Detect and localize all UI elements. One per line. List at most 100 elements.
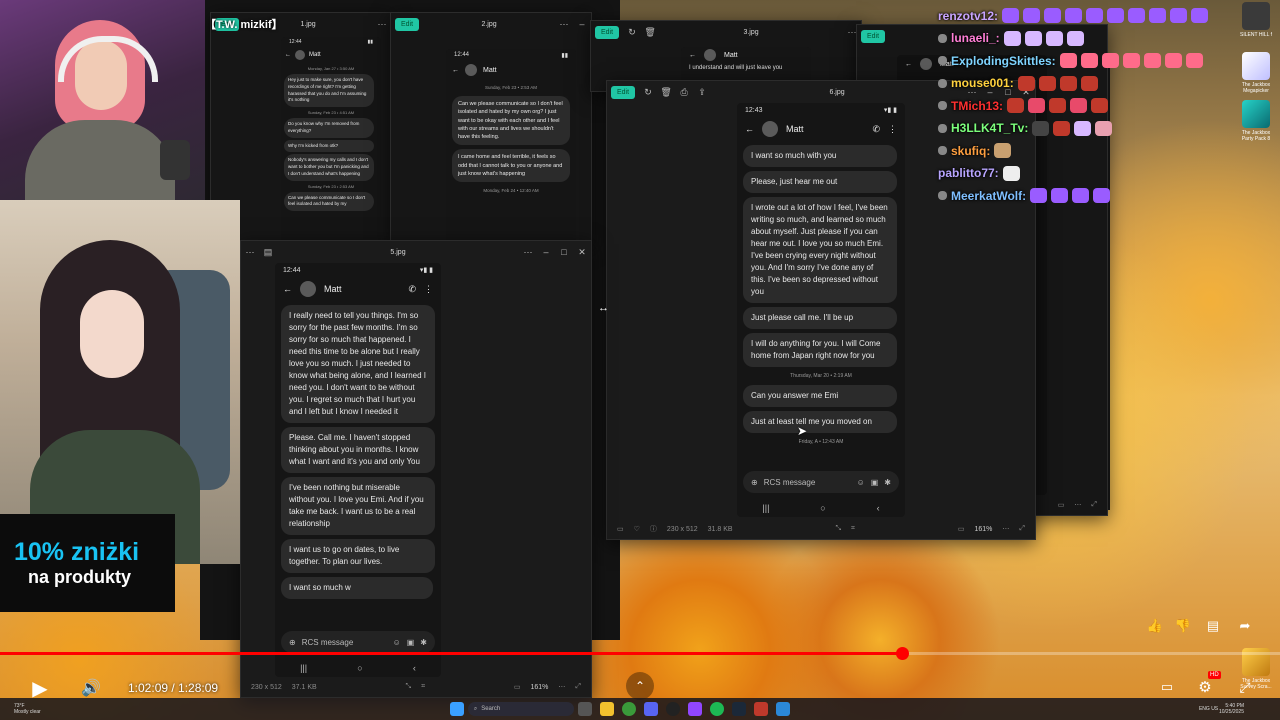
fit-icon[interactable]: ⤡ (835, 525, 841, 533)
date-separator: Sunday, Feb 23 • 2:53 AM (484, 85, 538, 90)
more-icon[interactable]: ⋯ (1002, 525, 1009, 533)
edit-button[interactable]: Edit (861, 29, 886, 43)
fullscreen-icon[interactable]: ⤢ (1091, 501, 1097, 509)
chevron-up-icon[interactable]: ⌃ (626, 672, 654, 700)
more-icon[interactable]: ⋯ (555, 15, 573, 33)
recents-icon: ||| (762, 503, 770, 513)
home-icon: ○ (820, 503, 826, 513)
zoom-level[interactable]: 161% (974, 526, 992, 533)
task-view-icon[interactable] (577, 702, 592, 716)
steam-icon[interactable] (731, 702, 746, 716)
chat-emote-icon (1032, 120, 1050, 136)
desktop-icon-jackbox-megapicker[interactable]: The Jackbox Megapicker (1236, 52, 1276, 94)
chat-emote-icon (1080, 75, 1098, 91)
chat-emote-icon (1101, 53, 1119, 68)
window-title: 5.jpg (390, 248, 406, 256)
share-icon[interactable]: ⇪ (693, 83, 711, 101)
contact-name: Matt (324, 284, 342, 294)
chat-message: lunaeli_: (938, 30, 1084, 46)
share-icon[interactable]: ➦ (1236, 617, 1254, 635)
phone-icon: ✆ (408, 283, 416, 294)
minimize-icon[interactable]: – (537, 243, 555, 261)
more-icon[interactable]: ⋯ (1074, 501, 1081, 509)
like-icon[interactable]: 👍 (1146, 617, 1164, 635)
desktop-icon-silent-hill[interactable]: SILENT HILL f (1236, 2, 1276, 38)
photos-icon[interactable] (775, 702, 790, 716)
rotate-icon[interactable]: ↻ (623, 23, 641, 41)
edit-button[interactable]: Edit (595, 25, 620, 39)
chat-emote-icon (1017, 75, 1035, 91)
date-separator: Friday, A • 12:43 AM (798, 439, 844, 445)
twitch-icon[interactable] (687, 702, 702, 716)
fit-window-icon[interactable]: ▭ (958, 525, 965, 533)
contact-name: Matt (724, 51, 738, 59)
clock[interactable]: 5:40 PM 10/25/2025 (1219, 703, 1244, 715)
microphone (160, 140, 190, 180)
settings-gear-icon[interactable]: ⚙ (1194, 676, 1216, 698)
dislike-icon[interactable]: 👎 (1174, 617, 1192, 635)
sidebar-icon[interactable]: ▤ (259, 243, 277, 261)
weather-desc: Mostly clear (14, 709, 41, 715)
more-icon[interactable]: ⋯ (241, 243, 259, 261)
signal-icon: ▮▮ (561, 52, 568, 59)
spotify-icon[interactable] (709, 702, 724, 716)
windows-start-icon[interactable] (449, 702, 464, 716)
more-icon[interactable]: ⋯ (373, 15, 391, 33)
rotate-icon[interactable]: ↻ (639, 83, 657, 101)
delete-icon[interactable]: 🗑 (657, 83, 675, 101)
maximize-icon[interactable]: □ (555, 243, 573, 261)
discord-icon[interactable] (643, 702, 658, 716)
favorite-icon[interactable]: ♡ (634, 525, 640, 533)
edit-button[interactable]: Edit (611, 85, 636, 99)
message-bubble: I want us to go on dates, to live togeth… (281, 539, 435, 573)
video-frame: Edit 1.jpg ⋯ 12:44 ▮▮ ← Matt Monday, Jan 2… (0, 0, 1280, 720)
mouse-cursor-icon: ➤ (797, 424, 808, 438)
webcam-bottom (0, 200, 240, 564)
chrome-icon[interactable] (621, 702, 636, 716)
more-icon[interactable]: ⋯ (519, 243, 537, 261)
image-window-2[interactable]: Edit 2.jpg ⋯ – 12:44 ▮▮ ← Matt Sunday, Feb… (390, 12, 592, 244)
message-bubble: Just please call me. I'll be up (743, 307, 897, 329)
message-bubble: I really need to tell you things. I'm so… (281, 305, 435, 423)
time-display: 1:02:09 / 1:28:09 (128, 681, 219, 695)
minimize-icon[interactable]: – (573, 15, 591, 33)
file-explorer-icon[interactable] (599, 702, 614, 716)
app-icon[interactable] (753, 702, 768, 716)
chat-emote-icon (1028, 98, 1046, 113)
chat-emote-icon (1122, 53, 1140, 68)
info-icon[interactable]: ⓘ (650, 524, 657, 534)
fullscreen-icon[interactable]: ⤢ (1019, 525, 1025, 533)
edit-button[interactable]: Edit (395, 17, 420, 31)
message-bubble: I wrote out a lot of how I feel, I've be… (743, 197, 897, 303)
windows-taskbar: 73°F Mostly clear ⌕ Search ENG US 5:40 PM… (0, 698, 1280, 720)
close-icon[interactable]: ✕ (573, 243, 591, 261)
language-indicator[interactable]: ENG US (1199, 706, 1219, 712)
image-window-5[interactable]: ⋯ ▤ 5.jpg ⋯ – □ ✕ 12:44 ▾▮ ▮ ← Matt ✆ ⋮ I… (240, 240, 592, 698)
comment-icon[interactable]: ▤ (1204, 617, 1222, 635)
file-size: 31.8 KB (707, 525, 733, 533)
promo-box: 10% zniżki na produkty (0, 514, 175, 612)
crop-icon[interactable]: ⌗ (851, 525, 855, 533)
search-icon: ⌕ (473, 705, 478, 712)
chat-username: TMich13: (951, 98, 1004, 113)
filmstrip-icon[interactable]: ▭ (617, 525, 624, 533)
taskbar-search[interactable]: ⌕ Search (467, 702, 574, 716)
weather-widget[interactable]: 73°F Mostly clear (14, 703, 41, 715)
fullscreen-icon[interactable]: ⤢ (1234, 676, 1256, 698)
chat-emote-icon (1045, 30, 1063, 46)
chat-emote-icon (1091, 98, 1109, 113)
subtitles-icon[interactable]: ▭ (1156, 676, 1178, 698)
window-title: 3.jpg (743, 28, 759, 36)
print-icon[interactable]: ⎙ (675, 83, 693, 101)
message-bubble: I came home and feel terrible, it feels … (452, 149, 570, 182)
delete-icon[interactable]: 🗑 (641, 23, 659, 41)
desktop-icon-label: The Jackbox Megapicker (1241, 82, 1271, 94)
signal-icon: ▮▮ (367, 39, 373, 45)
desktop-icon-jackbox-8[interactable]: The Jackbox Party Pack 8 (1236, 100, 1276, 142)
fit-icon[interactable]: ▭ (1058, 501, 1065, 509)
add-circle-icon: ⊕ (751, 477, 758, 487)
obs-icon[interactable] (665, 702, 680, 716)
chat-username: H3LLK4T_Tv: (951, 121, 1029, 135)
status-time: 12:44 (283, 266, 301, 274)
progress-scrubber[interactable] (896, 647, 910, 660)
